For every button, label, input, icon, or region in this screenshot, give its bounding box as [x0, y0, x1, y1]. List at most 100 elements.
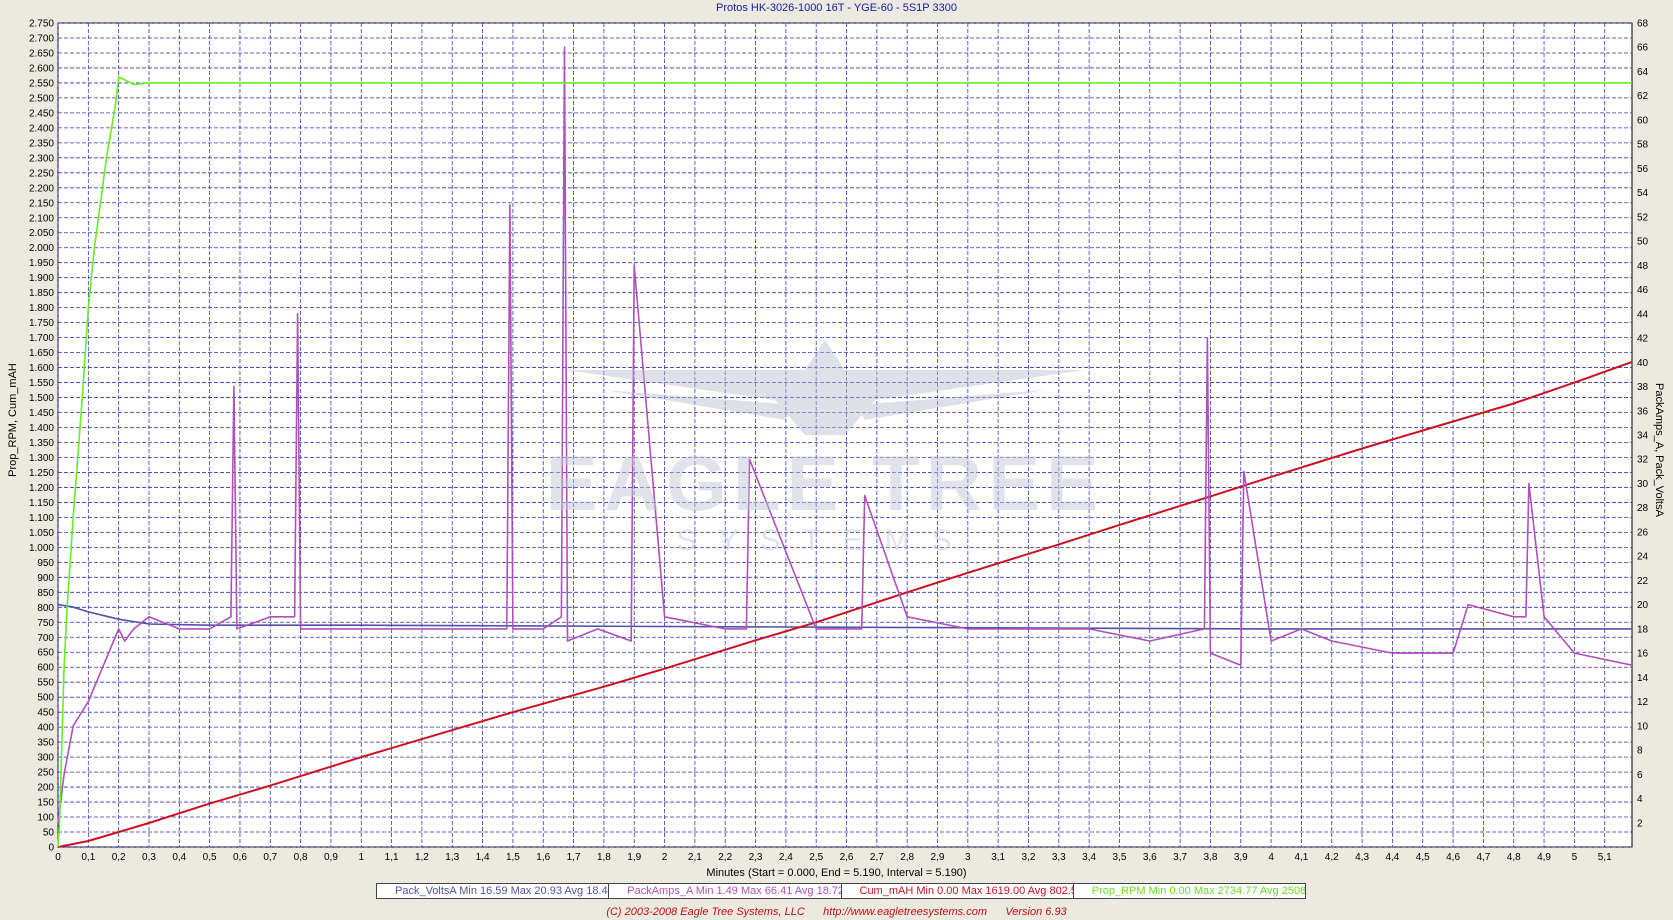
y-tick-label-left: 0	[48, 843, 54, 854]
y-tick-label-right: 66	[1637, 43, 1649, 54]
x-tick-label: 0	[55, 852, 61, 863]
x-tick-label: 2,2	[718, 852, 732, 863]
y-tick-label-left: 1.350	[29, 438, 54, 449]
y-tick-label-left: 100	[37, 813, 54, 824]
y-tick-label-left: 2.000	[29, 243, 54, 254]
x-tick-label: 2	[662, 852, 668, 863]
x-tick-label: 1,3	[445, 852, 459, 863]
x-tick-label: 0,7	[263, 852, 277, 863]
y-tick-label-left: 850	[37, 588, 54, 599]
x-tick-label: 2,5	[809, 852, 823, 863]
y-tick-label-left: 1.650	[29, 348, 54, 359]
y-tick-label-left: 2.550	[29, 78, 54, 89]
y-tick-label-right: 32	[1637, 455, 1649, 466]
x-tick-label: 4,4	[1385, 852, 1399, 863]
y-tick-label-left: 500	[37, 693, 54, 704]
y-tick-label-right: 16	[1637, 649, 1649, 660]
y-tick-label-left: 2.600	[29, 63, 54, 74]
y-tick-label-left: 750	[37, 618, 54, 629]
y-tick-label-left: 350	[37, 738, 54, 749]
y-tick-label-left: 1.700	[29, 333, 54, 344]
chart-title: Protos HK-3026-1000 16T - YGE-60 - 5S1P …	[716, 2, 957, 14]
y-tick-label-left: 1.300	[29, 453, 54, 464]
y-tick-label-right: 58	[1637, 140, 1649, 151]
y-tick-label-left: 1.200	[29, 483, 54, 494]
y-tick-label-left: 2.100	[29, 213, 54, 224]
y-tick-label-left: 1.000	[29, 543, 54, 554]
y-tick-label-right: 24	[1637, 552, 1649, 563]
x-tick-label: 1,6	[536, 852, 550, 863]
y-tick-label-left: 2.650	[29, 48, 54, 59]
y-tick-label-right: 48	[1637, 261, 1649, 272]
legend-mah: Cum_mAH Min 0.00 Max 1619.00 Avg 802.59	[842, 884, 1074, 898]
y-tick-label-right: 62	[1637, 91, 1649, 102]
x-tick-label: 1,4	[476, 852, 490, 863]
y-tick-label-left: 800	[37, 603, 54, 614]
x-tick-label: 0,1	[81, 852, 95, 863]
plot-area	[57, 22, 1633, 848]
y-tick-label-right: 10	[1637, 721, 1649, 732]
x-tick-label: 4,8	[1507, 852, 1521, 863]
x-tick-label: 2,3	[749, 852, 763, 863]
y-tick-label-left: 400	[37, 723, 54, 734]
y-tick-label-left: 2.200	[29, 183, 54, 194]
x-tick-label: 0,5	[203, 852, 217, 863]
y-tick-label-left: 2.150	[29, 198, 54, 209]
x-tick-label: 5	[1572, 852, 1578, 863]
y-tick-label-left: 1.500	[29, 393, 54, 404]
y-tick-label-left: 1.250	[29, 468, 54, 479]
y-tick-label-left: 2.450	[29, 108, 54, 119]
x-tick-label: 3,5	[1113, 852, 1127, 863]
y-tick-label-left: 2.250	[29, 168, 54, 179]
y-axis-label-right: PackAmps_A, Pack_VoltsA	[1653, 383, 1665, 517]
x-tick-label: 0,3	[142, 852, 156, 863]
y-tick-label-right: 12	[1637, 697, 1649, 708]
x-tick-label: 5,1	[1598, 852, 1612, 863]
chart: 0 0,1 0,2 0,3 0,4 0,5 0,6 0,7 0,8 0,9 1 1,1 1,2 1,3 1,…	[29, 19, 1649, 864]
y-tick-label-left: 2.350	[29, 138, 54, 149]
y-tick-label-left: 300	[37, 753, 54, 764]
y-tick-label-right: 4	[1637, 794, 1643, 805]
y-tick-label-right: 2	[1637, 818, 1643, 829]
y-tick-label-left: 1.900	[29, 273, 54, 284]
y-tick-label-left: 50	[43, 828, 55, 839]
x-tick-label: 3,2	[1022, 852, 1036, 863]
y-tick-label-right: 14	[1637, 673, 1649, 684]
y-tick-label-left: 150	[37, 798, 54, 809]
y-tick-label-right: 44	[1637, 309, 1649, 320]
x-tick-label: 3	[965, 852, 971, 863]
x-tick-label: 2,9	[931, 852, 945, 863]
y-tick-label-left: 1.050	[29, 528, 54, 539]
copyright-footer: (C) 2003-2008 Eagle Tree Systems, LLC ht…	[606, 906, 1067, 918]
y-tick-label-right: 42	[1637, 334, 1649, 345]
x-tick-label: 1,1	[385, 852, 399, 863]
x-tick-label: 2,6	[840, 852, 854, 863]
x-tick-label: 4,9	[1537, 852, 1551, 863]
x-tick-label: 1,8	[597, 852, 611, 863]
y-tick-label-right: 46	[1637, 285, 1649, 296]
y-tick-label-left: 900	[37, 573, 54, 584]
x-tick-label: 1,5	[506, 852, 520, 863]
y-tick-label-right: 36	[1637, 406, 1649, 417]
y-tick-label-left: 700	[37, 633, 54, 644]
x-tick-label: 0,6	[233, 852, 247, 863]
y-tick-label-right: 50	[1637, 237, 1649, 248]
x-tick-label: 2,1	[688, 852, 702, 863]
y-tick-label-right: 26	[1637, 527, 1649, 538]
y-tick-label-right: 18	[1637, 624, 1649, 635]
x-tick-label: 2,8	[900, 852, 914, 863]
y-tick-label-left: 550	[37, 678, 54, 689]
legend-amps: PackAmps_A Min 1.49 Max 66.41 Avg 18.72	[609, 884, 842, 898]
y-tick-label-right: 28	[1637, 503, 1649, 514]
y-tick-label-left: 1.150	[29, 498, 54, 509]
x-tick-label: 4,7	[1476, 852, 1490, 863]
x-tick-label: 4,5	[1416, 852, 1430, 863]
y-tick-label-left: 1.450	[29, 408, 54, 419]
y-tick-label-left: 600	[37, 663, 54, 674]
y-tick-label-right: 52	[1637, 212, 1649, 223]
x-tick-label: 3,9	[1234, 852, 1248, 863]
x-axis-label: Minutes (Start = 0.000, End = 5.190, Int…	[706, 867, 967, 879]
y-tick-label-left: 1.100	[29, 513, 54, 524]
x-tick-label: 3,1	[991, 852, 1005, 863]
y-tick-label-left: 1.800	[29, 303, 54, 314]
